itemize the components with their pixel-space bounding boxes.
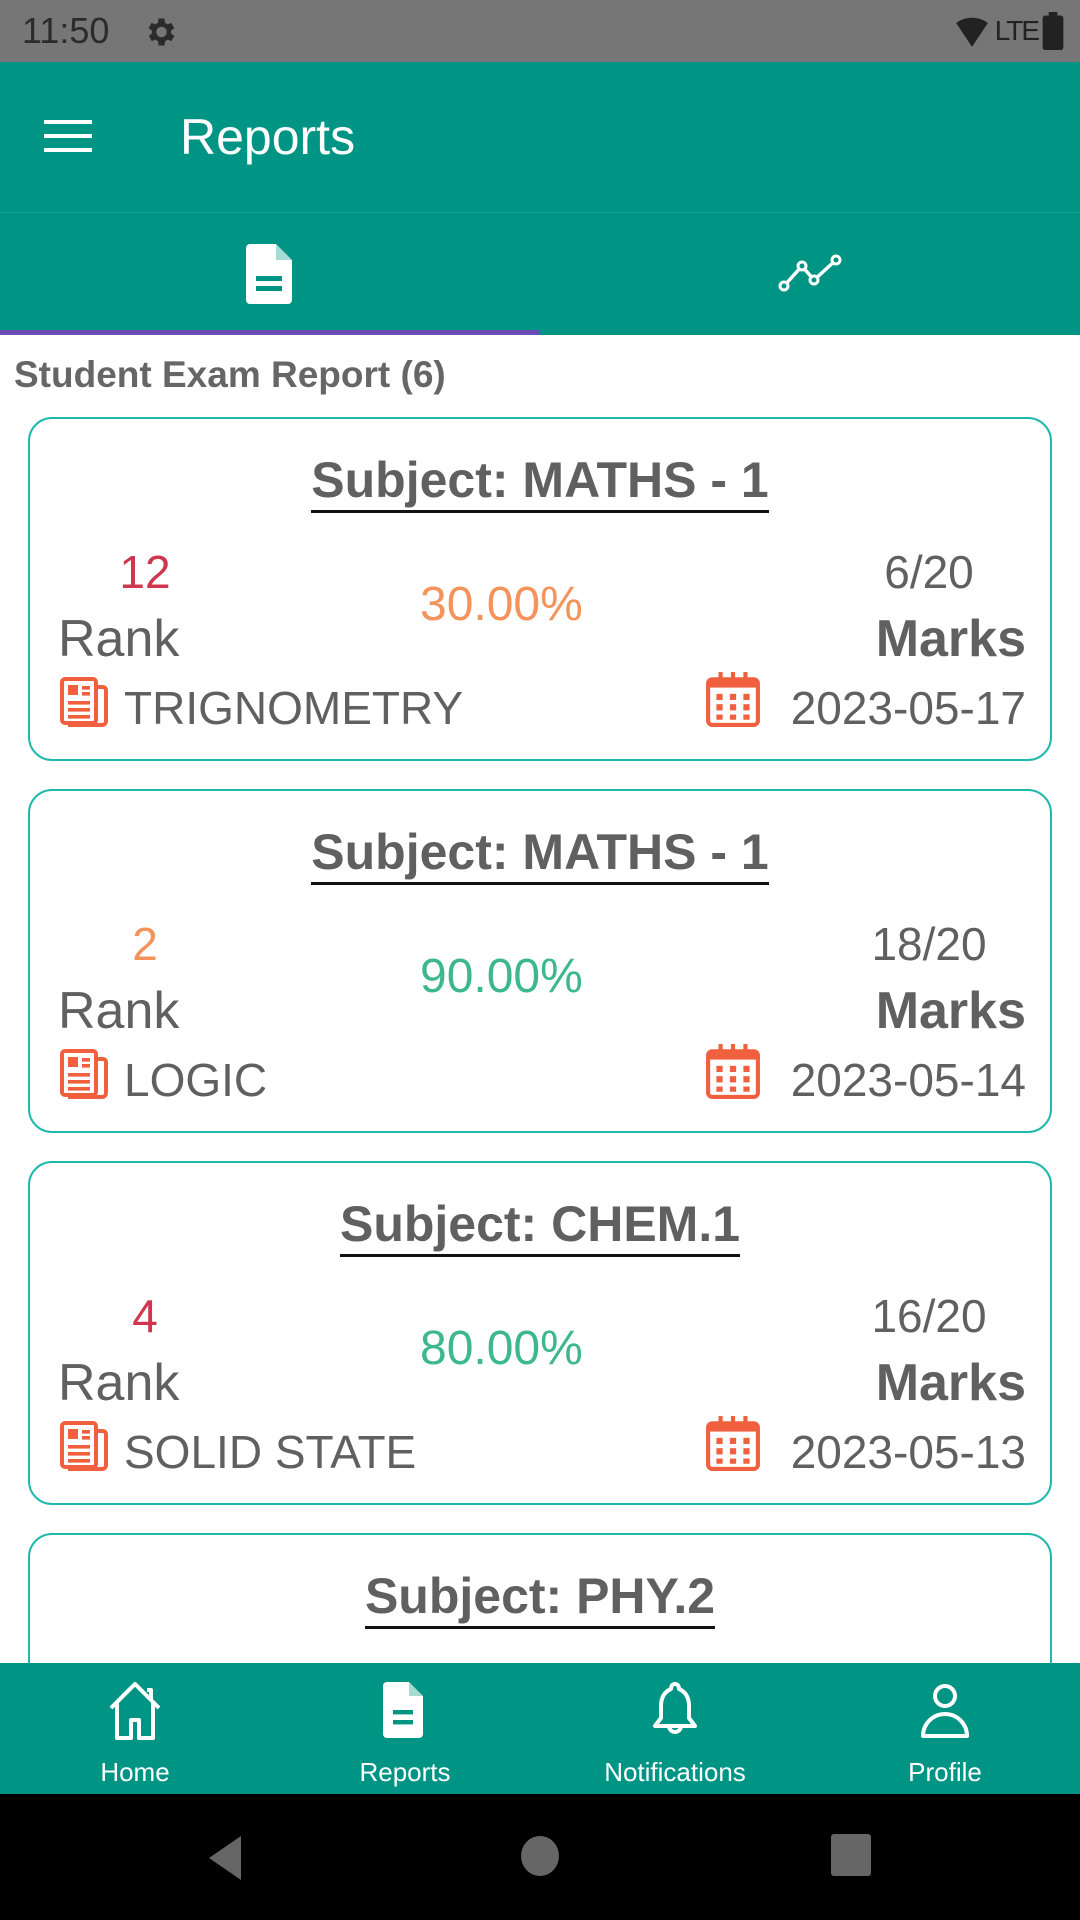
marks-value: 18/20: [871, 918, 987, 970]
subject-title: Subject: MATHS - 1: [30, 453, 1050, 513]
subject-text: Subject: PHY.2: [364, 1569, 716, 1629]
topic-name: TRIGNOMETRY: [124, 682, 464, 734]
person-icon: [921, 1684, 969, 1738]
calendar-icon: [706, 1416, 760, 1471]
home-circle-icon[interactable]: [521, 1836, 559, 1876]
report-list[interactable]: Student Exam Report (6) Subject: MATHS -…: [0, 0, 1080, 1663]
marks-value: 16/20: [871, 1290, 987, 1342]
percentage-value: 30.00%: [420, 578, 583, 631]
percentage-value: 80.00%: [420, 1322, 583, 1375]
nav-label: Reports: [359, 1757, 451, 1787]
recents-icon[interactable]: [831, 1834, 871, 1876]
calendar-icon: [706, 1044, 760, 1099]
rank-value: 4: [132, 1290, 158, 1342]
home-icon: [109, 1682, 161, 1740]
rank-label: Rank: [58, 610, 180, 668]
marks-label: Marks: [875, 610, 1026, 668]
subject-text: Subject: CHEM.1: [339, 1197, 741, 1257]
report-card[interactable]: Subject: MATHS - 1 2 Rank 90.00% 18/20 M…: [28, 789, 1052, 1133]
rank-label: Rank: [58, 982, 180, 1040]
subject-title: Subject: PHY.2: [30, 1569, 1050, 1629]
subject-text: Subject: MATHS - 1: [311, 825, 769, 885]
exam-date: 2023-05-13: [790, 1426, 1026, 1478]
topic-name: LOGIC: [124, 1054, 268, 1106]
rank-value: 12: [119, 546, 171, 598]
nav-profile[interactable]: Profile: [810, 1663, 1080, 1794]
report-card[interactable]: Subject: PHY.2: [28, 1533, 1052, 1663]
newspaper-icon: [60, 677, 108, 727]
subject-text: Subject: MATHS - 1: [311, 453, 769, 513]
nav-reports[interactable]: Reports: [270, 1663, 540, 1794]
subject-title: Subject: MATHS - 1: [30, 825, 1050, 885]
marks-label: Marks: [875, 1354, 1026, 1412]
nav-label: Home: [100, 1757, 170, 1787]
newspaper-icon: [60, 1049, 108, 1099]
nav-home[interactable]: Home: [0, 1663, 270, 1794]
bell-icon: [653, 1682, 697, 1734]
system-navigation-bar: [0, 1794, 1080, 1920]
rank-label: Rank: [58, 1354, 180, 1412]
report-card[interactable]: Subject: MATHS - 1 12 Rank 30.00% 6/20 M…: [28, 417, 1052, 761]
topic-name: SOLID STATE: [124, 1426, 417, 1478]
exam-date: 2023-05-17: [790, 682, 1026, 734]
percentage-value: 90.00%: [420, 950, 583, 1003]
newspaper-icon: [60, 1421, 108, 1471]
back-icon[interactable]: [205, 1834, 245, 1882]
bottom-navigation: Home Reports Notifications Profile: [0, 1663, 1080, 1794]
report-card[interactable]: Subject: CHEM.1 4 Rank 80.00% 16/20 Mark…: [28, 1161, 1052, 1505]
nav-notifications[interactable]: Notifications: [540, 1663, 810, 1794]
nav-label: Profile: [908, 1757, 982, 1787]
document-icon: [383, 1682, 423, 1738]
marks-value: 6/20: [884, 546, 974, 598]
nav-label: Notifications: [604, 1757, 746, 1787]
list-title: Student Exam Report (6): [14, 354, 446, 395]
subject-title: Subject: CHEM.1: [30, 1197, 1050, 1257]
rank-value: 2: [132, 918, 158, 970]
exam-date: 2023-05-14: [790, 1054, 1026, 1106]
marks-label: Marks: [875, 982, 1026, 1040]
calendar-icon: [706, 672, 760, 727]
